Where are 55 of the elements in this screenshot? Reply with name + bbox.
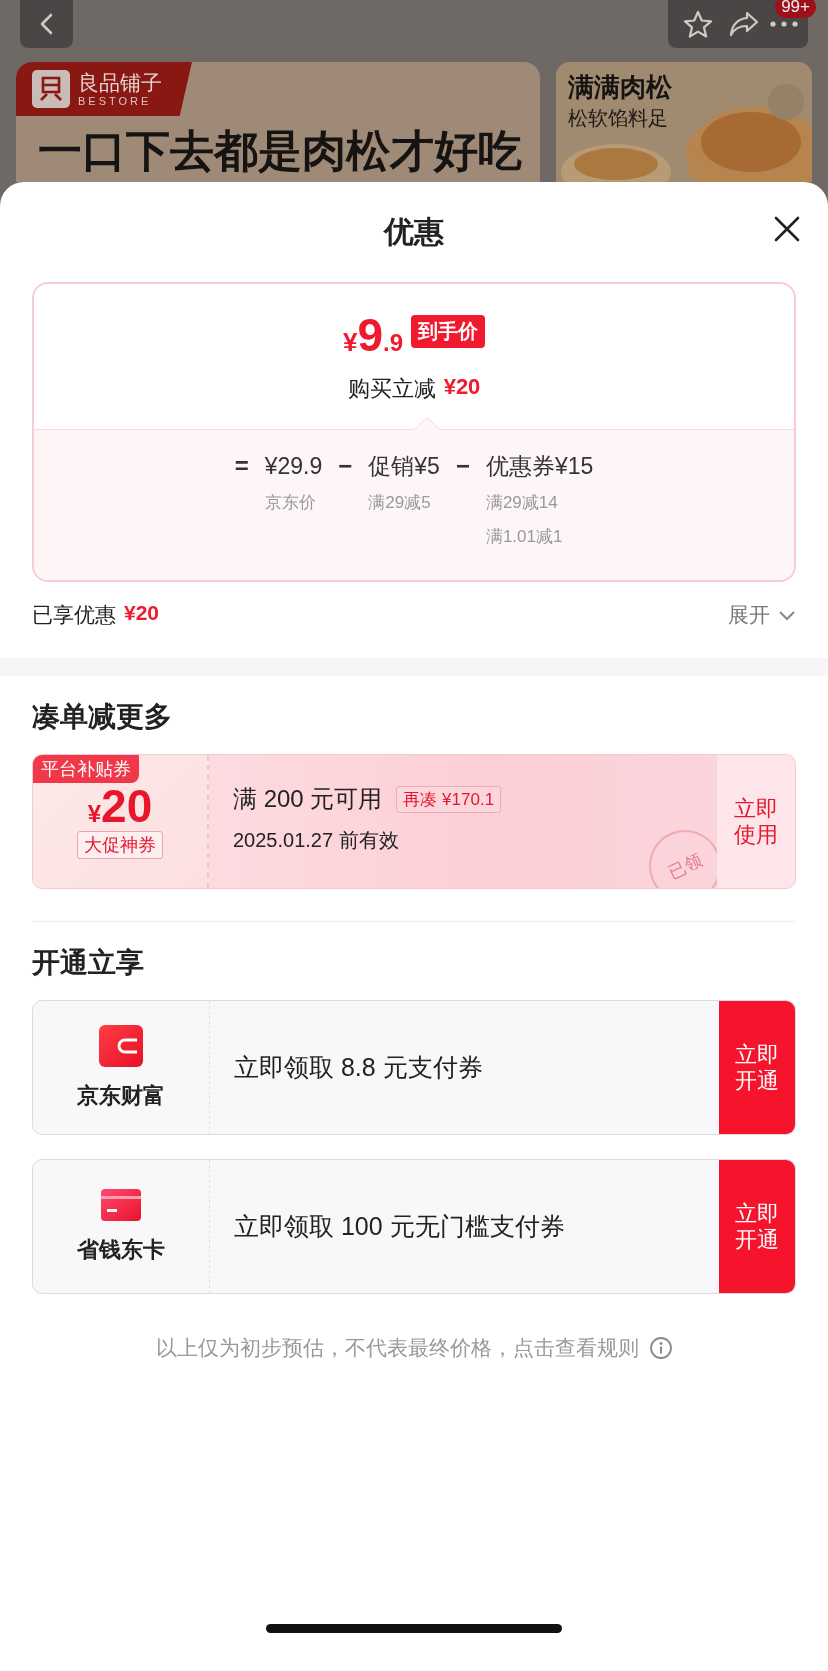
price-note: 京东价 <box>264 492 317 514</box>
price-note: 满1.01减1 <box>485 526 564 548</box>
info-icon <box>648 1336 673 1360</box>
coupon-validity: 2025.01.27 前有效 <box>233 828 400 853</box>
card-icon <box>101 1188 141 1221</box>
activate-button[interactable]: 立即开通 <box>719 1160 795 1293</box>
notification-badge: 99+ <box>775 0 816 18</box>
service-name: 京东财富 <box>77 1081 165 1110</box>
brand-name: 良品铺子 <box>78 71 162 95</box>
back-button[interactable] <box>20 0 73 48</box>
discount-amount: ¥20 <box>124 601 160 626</box>
operator-sign: − <box>455 451 470 481</box>
coupon-condition: 满 200 元可用 <box>233 784 383 814</box>
offer-text: 立即领取 8.8 元支付券 <box>233 1052 484 1083</box>
operator-sign: = <box>234 451 249 481</box>
coupon-ribbon: 平台补贴券 <box>33 755 139 783</box>
currency-sign: ¥ <box>342 327 358 358</box>
price-note: 满29减5 <box>368 492 432 514</box>
price-tag: 到手价 <box>411 314 486 348</box>
more-icon <box>770 21 798 27</box>
close-button[interactable] <box>774 216 800 242</box>
offer-text: 立即领取 100 元无门槛支付券 <box>233 1211 566 1242</box>
section-title: 开通立享 <box>31 946 145 980</box>
close-icon <box>774 216 800 242</box>
brand-name: BESTORE <box>78 95 153 107</box>
coupon-amount: 20 <box>101 781 153 831</box>
wallet-icon <box>99 1024 143 1067</box>
service-name: 省钱东卡 <box>77 1235 165 1264</box>
price-component: 优惠券¥15 <box>485 452 594 481</box>
brand-logo-icon <box>32 70 70 108</box>
banner-subtitle: 松软馅料足 <box>568 106 669 131</box>
coupon-tag: 大促神券 <box>77 831 163 859</box>
banner-headline: 一口下去都是肉松才好吃 <box>38 125 523 177</box>
operator-sign: − <box>338 451 353 481</box>
info-button[interactable] <box>648 1336 673 1360</box>
disclaimer-text: 以上仅为初步预估，不代表最终价格，点击查看规则 <box>155 1335 639 1361</box>
star-icon <box>682 9 714 39</box>
share-icon <box>728 9 760 39</box>
use-now-button[interactable]: 立即使用 <box>717 755 795 888</box>
expand-toggle[interactable]: 展开 <box>728 601 796 629</box>
saving-label: 购买立减 <box>347 375 436 403</box>
price-component: 促销¥5 <box>368 452 440 481</box>
remaining-amount-tag: 再凑 ¥170.1 <box>396 785 502 813</box>
sheet-title: 优惠 <box>384 213 444 250</box>
activate-button[interactable]: 立即开通 <box>719 1001 795 1134</box>
currency-sign: ¥ <box>87 800 102 828</box>
discount-label: 已享优惠 <box>32 602 116 628</box>
price-decimal: .9 <box>383 329 404 357</box>
more-button[interactable] <box>770 21 798 27</box>
banner-title: 满满肉松 <box>568 71 672 104</box>
price-integer: 9 <box>357 312 383 358</box>
price-note: 满29减14 <box>485 492 559 514</box>
saving-amount: ¥20 <box>443 374 481 401</box>
section-title: 凑单减更多 <box>31 700 173 734</box>
price-component: ¥29.9 <box>264 452 323 481</box>
